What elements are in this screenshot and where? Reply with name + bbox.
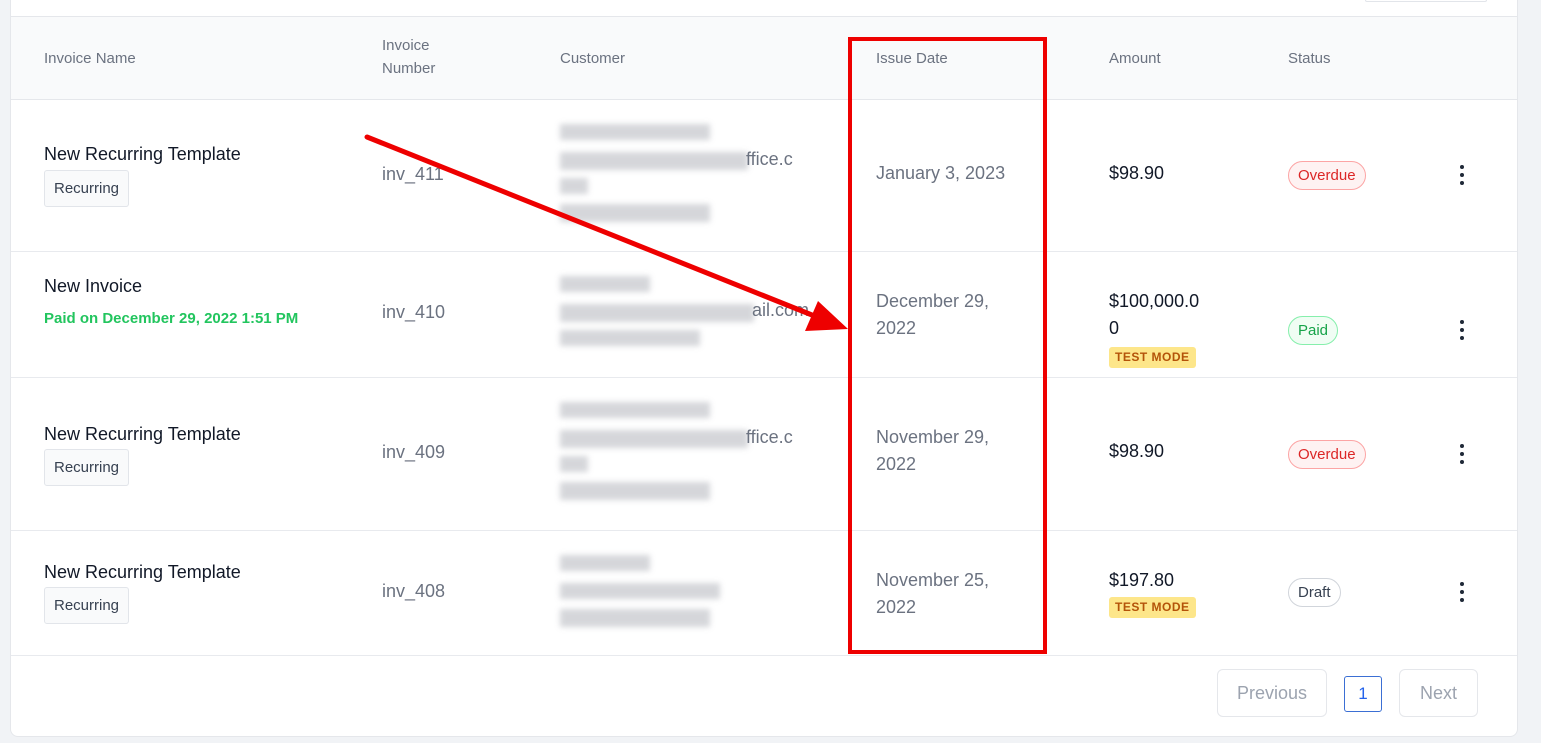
customer-info-redacted: ffice.c (560, 120, 820, 230)
table-header: Invoice Name Invoice Number Customer Iss… (11, 17, 1517, 100)
invoice-table-card: Invoice Name Invoice Number Customer Iss… (10, 16, 1518, 737)
invoice-amount: $100,000.0 0 (1109, 288, 1199, 342)
invoice-number: inv_409 (382, 442, 446, 462)
customer-info-redacted (560, 551, 820, 661)
header-issue-date[interactable]: Issue Date (876, 47, 948, 70)
invoice-name[interactable]: New Invoice (44, 276, 142, 297)
invoice-amount-line2: 0 (1109, 318, 1120, 338)
invoice-amount: $98.90 (1109, 441, 1165, 461)
invoice-name[interactable]: New Recurring Template (44, 562, 241, 583)
issue-date-line1: November 25, (876, 570, 990, 590)
recurring-tag: Recurring (44, 170, 130, 207)
table-row[interactable]: New Recurring Template Recurring inv_408… (11, 531, 1517, 656)
more-vertical-icon[interactable] (1452, 441, 1472, 467)
header-invoice-number-line2: Number (382, 60, 436, 77)
header-invoice-number[interactable]: Invoice Number (382, 34, 435, 80)
invoice-name[interactable]: New Recurring Template (44, 424, 241, 445)
issue-date: January 3, 2023 (876, 160, 1005, 187)
more-vertical-icon[interactable] (1452, 162, 1472, 188)
header-amount[interactable]: Amount (1109, 47, 1161, 70)
issue-date: November 25, 2022 (876, 567, 989, 621)
table-row[interactable]: New Recurring Template Recurring inv_411… (11, 100, 1517, 252)
header-status[interactable]: Status (1288, 47, 1331, 70)
header-customer[interactable]: Customer (560, 47, 625, 70)
table-row[interactable]: New Recurring Template Recurring inv_409… (11, 378, 1517, 531)
issue-date-line1: November 29, (876, 427, 990, 447)
customer-info-redacted: ffice.c (560, 398, 820, 508)
paid-timestamp: Paid on December 29, 2022 1:51 PM (44, 310, 299, 327)
customer-email-fragment: ail.com (752, 300, 810, 320)
issue-date-line2: 2022 (876, 318, 917, 338)
test-mode-badge: TEST MODE (1109, 597, 1196, 618)
issue-date: December 29, 2022 (876, 288, 989, 342)
invoice-number: inv_408 (382, 581, 446, 601)
test-mode-badge: TEST MODE (1109, 347, 1196, 368)
customer-email-fragment: ffice.c (746, 427, 793, 447)
customer-email-fragment: ffice.c (746, 149, 793, 169)
customer-info-redacted: ail.com (560, 270, 820, 380)
invoice-name[interactable]: New Recurring Template (44, 144, 241, 165)
next-page-button[interactable]: Next (1399, 669, 1478, 717)
previous-page-button[interactable]: Previous (1217, 669, 1327, 717)
recurring-tag: Recurring (44, 587, 130, 624)
more-vertical-icon[interactable] (1452, 579, 1472, 605)
issue-date-line2: 2022 (876, 454, 917, 474)
top-toolbar-edge (10, 0, 1518, 17)
invoice-number: inv_411 (382, 164, 444, 184)
invoice-number: inv_410 (382, 302, 446, 322)
header-invoice-name[interactable]: Invoice Name (44, 47, 136, 70)
recurring-tag: Recurring (44, 449, 130, 486)
issue-date: November 29, 2022 (876, 424, 989, 478)
invoice-amount: $197.80 (1109, 570, 1175, 590)
invoice-amount-line1: $100,000.0 (1109, 291, 1200, 311)
status-badge: Paid (1288, 316, 1339, 345)
toolbar-control-edge[interactable] (1365, 0, 1487, 2)
status-badge: Overdue (1288, 440, 1366, 469)
invoice-amount: $98.90 (1109, 163, 1165, 183)
status-badge: Overdue (1288, 161, 1366, 190)
issue-date-line2: 2022 (876, 597, 917, 617)
more-vertical-icon[interactable] (1452, 317, 1472, 343)
status-badge: Draft (1288, 578, 1341, 607)
table-row[interactable]: New Invoice Paid on December 29, 2022 1:… (11, 252, 1517, 378)
header-invoice-number-line1: Invoice (382, 37, 430, 54)
issue-date-line1: December 29, (876, 291, 990, 311)
issue-date-line1: January 3, 2023 (876, 163, 1006, 183)
page-1-button[interactable]: 1 (1344, 676, 1382, 712)
